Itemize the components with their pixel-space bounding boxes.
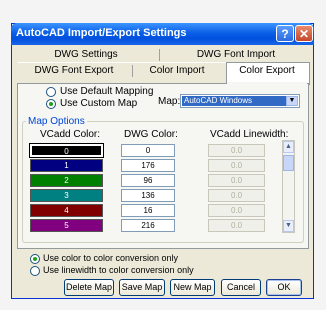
- rows-scrollbar[interactable]: ▲ ▼: [282, 140, 295, 233]
- tab-separator: [132, 65, 133, 77]
- dwg-color-input[interactable]: 16: [121, 204, 175, 217]
- vcadd-linewidth-header: VCadd Linewidth:: [210, 129, 289, 140]
- default-mapping-label: Use Default Mapping: [60, 86, 154, 97]
- color-conversion-radio[interactable]: [30, 254, 40, 264]
- map-label: Map:: [158, 96, 181, 107]
- vcadd-color-swatch[interactable]: 3: [30, 189, 103, 202]
- cancel-button[interactable]: Cancel: [221, 279, 261, 296]
- ok-button[interactable]: OK: [266, 279, 302, 296]
- help-button[interactable]: ?: [276, 25, 294, 42]
- color-conversion-label: Use color to color conversion only: [43, 253, 179, 263]
- vcadd-color-swatch[interactable]: 4: [30, 204, 103, 217]
- linewidth-input[interactable]: 0.0: [208, 204, 265, 217]
- tab-color-export[interactable]: Color Export: [227, 64, 307, 78]
- dwg-color-input[interactable]: 0: [121, 144, 175, 157]
- vcadd-color-swatch[interactable]: 0: [29, 143, 104, 158]
- linewidth-conversion-radio[interactable]: [30, 266, 40, 276]
- new-map-button[interactable]: New Map: [170, 279, 215, 296]
- linewidth-input[interactable]: 0.0: [208, 144, 265, 157]
- scroll-thumb[interactable]: [283, 155, 294, 171]
- scroll-down-icon[interactable]: ▼: [283, 220, 294, 232]
- custom-map-radio[interactable]: [46, 99, 56, 109]
- tab-dwg-settings[interactable]: DWG Settings: [30, 48, 142, 62]
- linewidth-input[interactable]: 0.0: [208, 219, 265, 232]
- vcadd-color-swatch[interactable]: 5: [30, 219, 103, 232]
- linewidth-input[interactable]: 0.0: [208, 189, 265, 202]
- scroll-up-icon[interactable]: ▲: [283, 141, 294, 153]
- vcadd-color-header: VCadd Color:: [40, 129, 101, 140]
- tab-separator: [159, 49, 160, 61]
- dwg-color-input[interactable]: 96: [121, 174, 175, 187]
- dwg-color-input[interactable]: 136: [121, 189, 175, 202]
- active-tab-joint: [227, 82, 307, 85]
- linewidth-input[interactable]: 0.0: [208, 174, 265, 187]
- close-button[interactable]: ✕: [295, 25, 313, 42]
- save-map-button[interactable]: Save Map: [119, 279, 165, 296]
- map-select[interactable]: AutoCAD Windows ▼: [180, 94, 300, 108]
- window-title: AutoCAD Import/Export Settings: [16, 27, 187, 39]
- tab-dwg-font-export[interactable]: DWG Font Export: [26, 64, 122, 78]
- vcadd-color-swatch[interactable]: 2: [30, 174, 103, 187]
- tab-color-import[interactable]: Color Import: [140, 64, 214, 78]
- dwg-color-header: DWG Color:: [124, 129, 178, 140]
- dwg-color-input[interactable]: 216: [121, 219, 175, 232]
- map-options-label: Map Options: [26, 116, 87, 127]
- map-select-value: AutoCAD Windows: [182, 96, 286, 106]
- linewidth-input[interactable]: 0.0: [208, 159, 265, 172]
- linewidth-conversion-label: Use linewidth to color conversion only: [43, 265, 194, 275]
- tab-dwg-font-import[interactable]: DWG Font Import: [176, 48, 296, 62]
- dwg-color-input[interactable]: 176: [121, 159, 175, 172]
- custom-map-label: Use Custom Map: [60, 98, 138, 109]
- delete-map-button[interactable]: Delete Map: [64, 279, 114, 296]
- chevron-down-icon[interactable]: ▼: [286, 96, 298, 106]
- vcadd-color-swatch[interactable]: 1: [30, 159, 103, 172]
- default-mapping-radio[interactable]: [46, 87, 56, 97]
